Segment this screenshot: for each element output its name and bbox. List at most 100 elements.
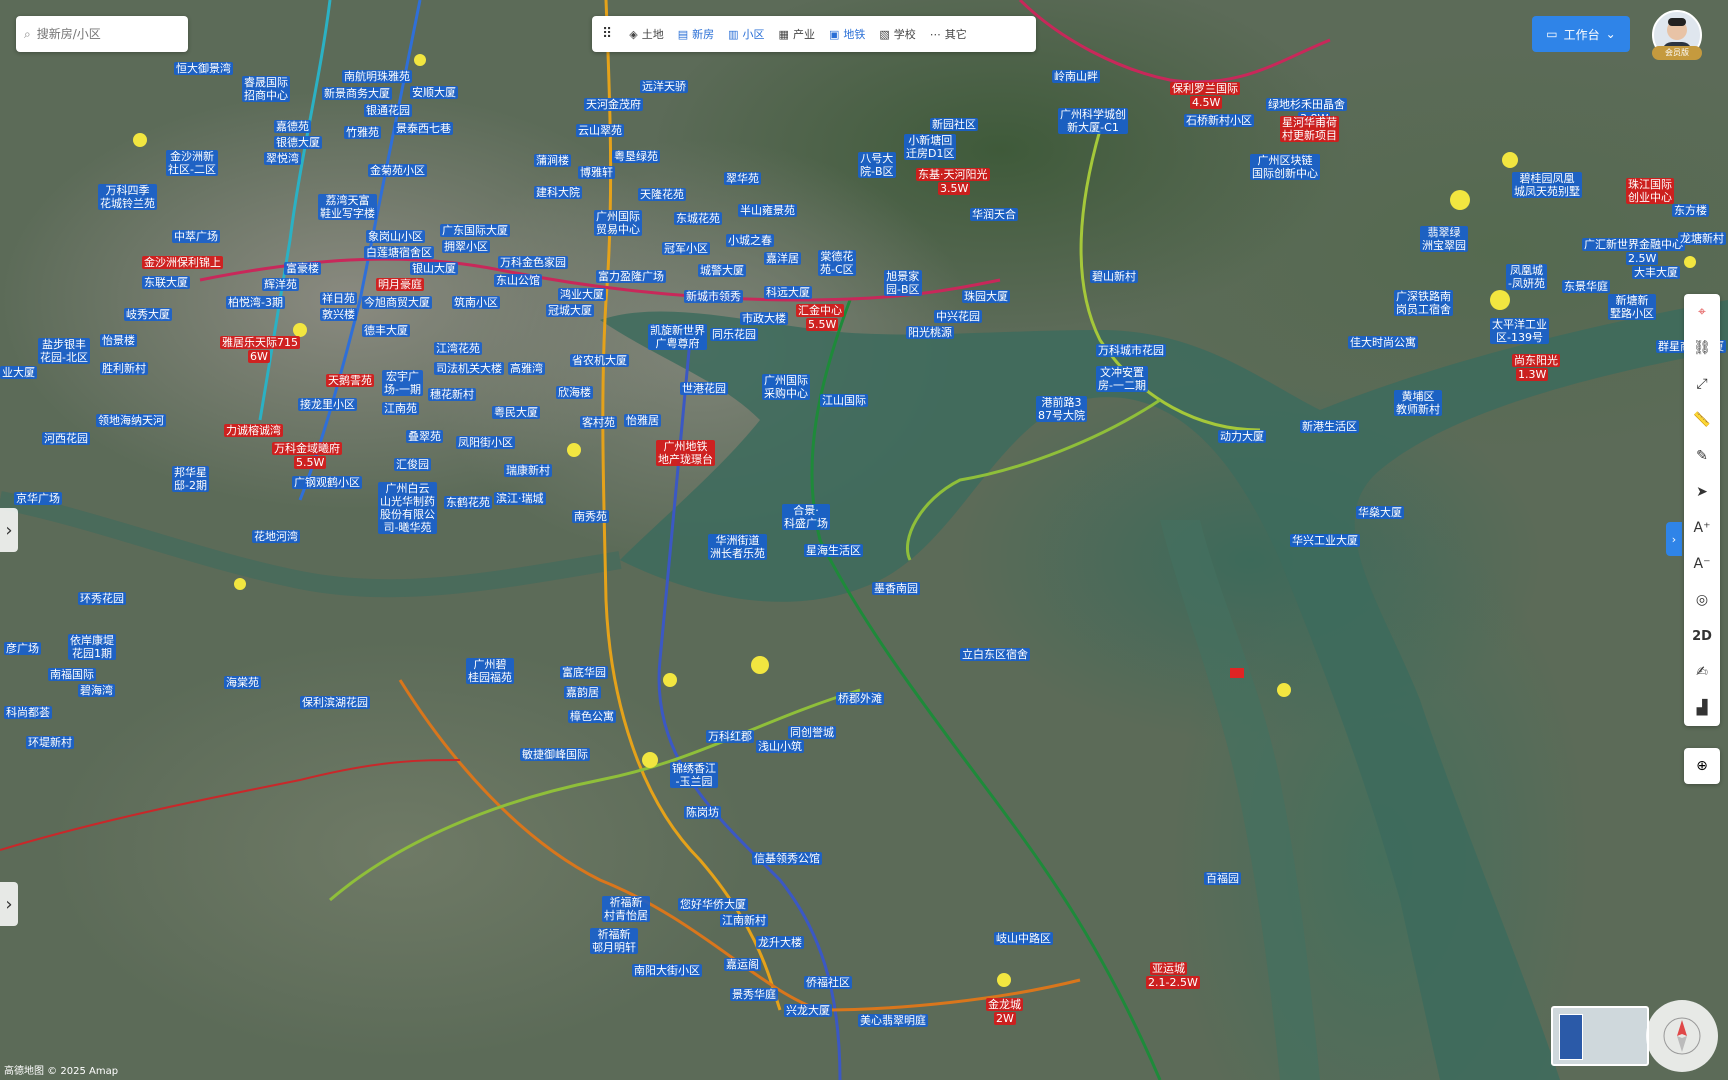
poi-label[interactable]: 文冲安置 房-一二期 [1096,366,1148,392]
poi-label[interactable]: 旭景家 园-B区 [884,270,922,296]
poi-label[interactable]: 新城市领秀 [684,290,743,303]
poi-label[interactable]: 锦绣香江 -玉兰园 [670,762,718,788]
poi-label[interactable]: 建科大院 [534,186,582,199]
poi-label[interactable]: 同创誉城 [788,726,836,739]
font-increase-icon[interactable]: A⁺ [1684,510,1720,546]
ruler-icon[interactable]: 📏 [1684,402,1720,438]
poi-label[interactable]: 星河华甫荷 村更新项目 [1280,116,1339,142]
poi-label[interactable]: 荔湾天富 鞋业写字楼 [318,194,377,220]
poi-label[interactable]: 6W [248,350,270,363]
poi-label[interactable]: 远洋天骄 [640,80,688,93]
poi-label[interactable]: 广州区块链 国际创新中心 [1250,154,1320,180]
poi-label[interactable]: 盐步银丰 花园-北区 [38,338,90,364]
poi-label[interactable]: 景秀华庭 [730,988,778,1001]
poi-label[interactable]: 景泰西七巷 [394,122,453,135]
poi-label[interactable]: 八号大 院-B区 [858,152,896,178]
poi-label[interactable]: 嘉洋居 [764,252,801,265]
poi-label[interactable]: 新塘新 墅路小区 [1608,294,1656,320]
poi-label[interactable]: 江山国际 [820,394,868,407]
poi-label[interactable]: 叠翠苑 [406,430,443,443]
toolbar-item-industry[interactable]: ▦ 产业 [772,16,822,52]
poi-label[interactable]: 富豪楼 [284,262,321,275]
poi-label[interactable]: 碧海湾 [78,684,115,697]
compass[interactable] [1646,1000,1718,1072]
poi-label[interactable]: 4.5W [1190,96,1223,109]
poi-label[interactable]: 穗花新村 [428,388,476,401]
poi-label[interactable]: 南福国际 [48,668,96,681]
poi-label[interactable]: 墨香南园 [872,582,920,595]
poi-label[interactable]: 东鹤花苑 [444,496,492,509]
poi-label[interactable]: 广钢观鹤小区 [292,476,362,489]
poi-label[interactable]: 环秀花园 [78,592,126,605]
poi-label[interactable]: 市政大楼 [740,312,788,325]
poi-label[interactable]: 德丰大厦 [362,324,410,337]
toolbar-item-other[interactable]: ⋯ 其它 [923,16,974,52]
poi-label[interactable]: 司法机关大楼 [434,362,504,375]
poi-label[interactable]: 敦兴楼 [320,308,357,321]
poi-label[interactable]: 陈岗坊 [684,806,721,819]
poi-label[interactable]: 粤民大厦 [492,406,540,419]
poi-label[interactable]: 彦广场 [4,642,41,655]
poi-label[interactable]: 河西花园 [42,432,90,445]
location-icon[interactable]: ⌖ [1684,294,1720,330]
poi-label[interactable]: 怡景楼 [100,334,137,347]
poi-label[interactable]: 白莲塘宿舍区 [364,246,434,259]
poi-label[interactable]: 新景商务大厦 [322,87,392,100]
poi-label[interactable]: 信基领秀公馆 [752,852,822,865]
poi-label[interactable]: 浅山小筑 [756,740,804,753]
pointer-icon[interactable]: ➤ [1684,474,1720,510]
poi-label[interactable]: 港前路3 87号大院 [1036,396,1087,422]
poi-label[interactable]: 冠军小区 [662,242,710,255]
poi-label[interactable]: 东山公馆 [494,274,542,287]
poi-label[interactable]: 广州碧 桂园福苑 [466,658,514,684]
poi-label[interactable]: 城警大厦 [698,264,746,277]
poi-label[interactable]: 敏捷御峰国际 [520,748,590,761]
poi-label[interactable]: 凯旋新世界 广粤尊府 [648,324,707,350]
poi-label[interactable]: 粤垦绿苑 [612,150,660,163]
poi-label[interactable]: 象岗山小区 [366,230,425,243]
poi-label[interactable]: 翠悦湾 [264,152,301,165]
poi-label[interactable]: 万科金域曦府 [272,442,342,455]
poi-label[interactable]: 竹雅苑 [344,126,381,139]
poi-label[interactable]: 中兴花园 [934,310,982,323]
poi-label[interactable]: 3.5W [938,182,971,195]
poi-label[interactable]: 大丰大厦 [1632,266,1680,279]
font-decrease-icon[interactable]: A⁻ [1684,546,1720,582]
poi-label[interactable]: 邦华星 邸-2期 [172,466,209,492]
poi-label[interactable]: 广州科学城创 新大厦-C1 [1058,108,1128,134]
poi-label[interactable]: 5.5W [806,318,839,331]
poi-label[interactable]: 金沙洲保利锦上 [142,256,223,269]
left-panel-toggle[interactable]: › [0,508,18,552]
poi-label[interactable]: 亚运城 [1150,962,1187,975]
poi-label[interactable]: 同乐花园 [710,328,758,341]
poi-label[interactable]: 明月豪庭 [376,278,424,291]
chart-icon[interactable]: ▟ [1684,690,1720,726]
poi-label[interactable]: 瑞康新村 [504,464,552,477]
poi-label[interactable]: 祈福新 村青怡居 [602,896,650,922]
poi-label[interactable]: 绿地杉禾田晶舍 [1266,98,1347,111]
note-icon[interactable]: ✍ [1684,654,1720,690]
poi-label[interactable]: 您好华侨大厦 [678,898,748,911]
poi-label[interactable]: 南阳大街小区 [632,964,702,977]
poi-label[interactable]: 万科城市花园 [1096,344,1166,357]
poi-label[interactable]: 领地海纳天河 [96,414,166,427]
network-icon[interactable]: ⛓ [1684,330,1720,366]
poi-label[interactable]: 棠德花 苑-C区 [818,250,856,276]
poi-label[interactable]: 石桥新村小区 [1184,114,1254,127]
poi-label[interactable]: 桥郡外滩 [836,692,884,705]
poi-label[interactable]: 广州国际 贸易中心 [594,210,642,236]
poi-label[interactable]: 万科金色家园 [498,256,568,269]
toolbar-item-land[interactable]: ◈ 土地 [622,16,670,52]
poi-label[interactable]: 东城花苑 [674,212,722,225]
poi-label[interactable]: 小新塘回 迁房D1区 [904,134,957,160]
poi-label[interactable]: 雅居乐天际715 [220,336,300,349]
poi-label[interactable]: 京华广场 [14,492,62,505]
poi-label[interactable]: 2.5W [1626,252,1659,265]
poi-label[interactable]: 岭南山畔 [1052,70,1100,83]
poi-label[interactable]: 宏宇广 场-一期 [382,370,423,396]
poi-label[interactable]: 星海生活区 [804,544,863,557]
fullscreen-icon[interactable]: ⤢ [1684,366,1720,402]
poi-label[interactable]: 立白东区宿舍 [960,648,1030,661]
poi-label[interactable]: 东基·天河阳光 [916,168,990,181]
poi-label[interactable]: 广州国际 采购中心 [762,374,810,400]
